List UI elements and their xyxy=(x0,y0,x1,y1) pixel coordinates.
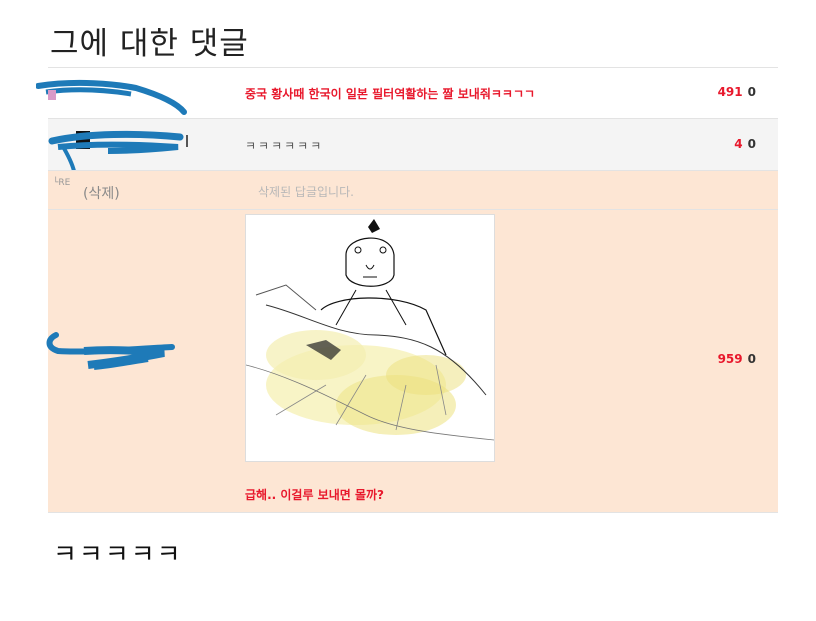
comment-row: ㅋㅋㅋㅋㅋㅋ 40 xyxy=(48,118,778,172)
deleted-nickname: (삭제) xyxy=(83,186,120,202)
page-title: 그에 대한 댓글 xyxy=(50,26,249,62)
vote-score: 959 0 xyxy=(718,352,756,366)
reply-indicator: └RE xyxy=(53,178,71,188)
deleted-comment-text: 삭제된 답글입니다. xyxy=(258,185,354,199)
comment-text[interactable]: ㅋㅋㅋㅋㅋㅋ xyxy=(245,137,323,154)
reply-row: 급해.. 이걸루 보내면 몰까? 959 0 xyxy=(46,209,778,513)
sketch-drawing xyxy=(245,219,495,441)
sketch-image[interactable] xyxy=(245,214,495,462)
vote-score: 491 0 xyxy=(718,85,756,99)
nickname-redacted[interactable] xyxy=(48,130,198,172)
comment-list: 중국 황사때 한국이 일본 필터역활하는 짤 보내줘ㅋㅋㄱㄱ 491 0 ㅋㅋㅋㅋ… xyxy=(36,67,778,513)
comment-row: 중국 황사때 한국이 일본 필터역활하는 짤 보내줘ㅋㅋㄱㄱ 491 0 xyxy=(36,67,778,118)
reply-row-deleted: └RE (삭제) 삭제된 답글입니다. xyxy=(48,170,778,209)
nickname-redacted[interactable] xyxy=(36,79,198,115)
comment-text[interactable]: 급해.. 이걸루 보내면 몰까? xyxy=(245,486,384,503)
downvote-count[interactable]: 0 xyxy=(748,352,756,366)
redaction-scribble xyxy=(36,79,187,115)
upvote-count[interactable]: 491 xyxy=(718,85,743,99)
redaction-scribble xyxy=(48,130,188,172)
comment-text[interactable]: 중국 황사때 한국이 일본 필터역활하는 짤 보내줘ㅋㅋㄱㄱ xyxy=(245,85,535,102)
nickname-redacted[interactable] xyxy=(46,332,198,370)
vote-score: 40 xyxy=(734,137,756,151)
upvote-count[interactable]: 4 xyxy=(734,137,742,151)
redaction-scribble xyxy=(46,332,175,370)
downvote-count[interactable]: 0 xyxy=(748,85,756,99)
downvote-count[interactable]: 0 xyxy=(748,137,756,151)
upvote-count[interactable]: 959 xyxy=(718,352,743,366)
post-body-text: ㅋㅋㅋㅋㅋ xyxy=(53,540,183,570)
